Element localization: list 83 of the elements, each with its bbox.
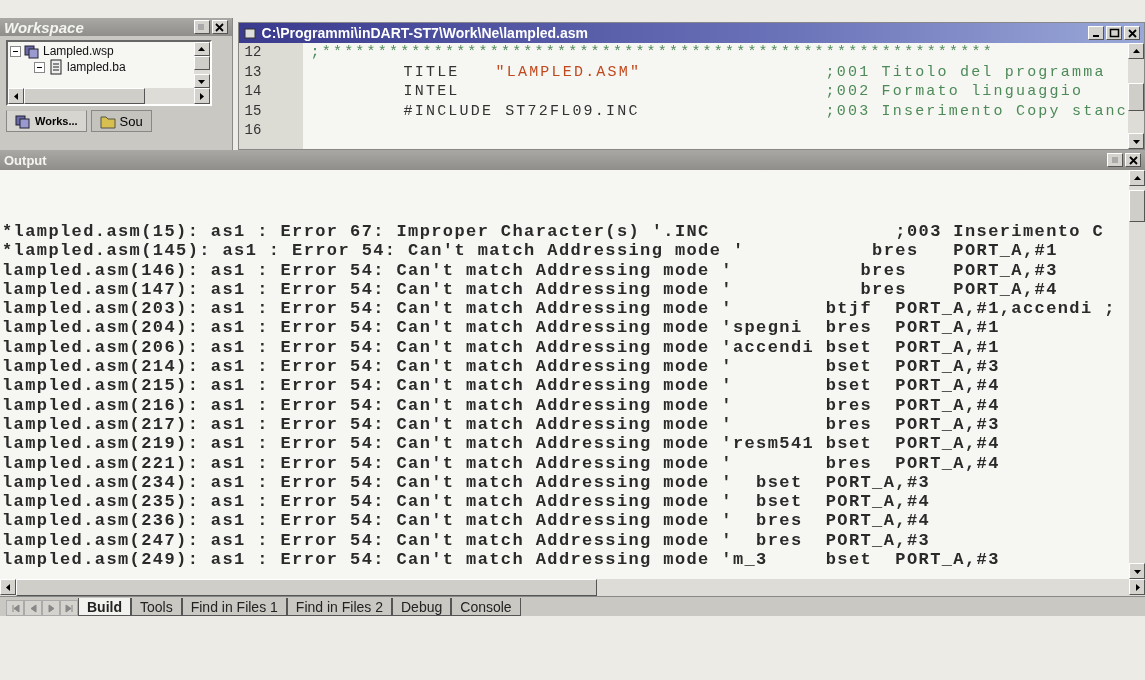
line-number: 14	[244, 82, 263, 102]
last-arrow-icon	[63, 602, 75, 614]
scroll-thumb[interactable]	[16, 579, 597, 596]
tree-item[interactable]: Lampled.wsp	[43, 44, 114, 58]
horizontal-scrollbar[interactable]	[0, 579, 1145, 596]
scroll-right-button[interactable]	[1129, 579, 1145, 595]
code-keyword: INTEL	[403, 82, 461, 102]
log-line: lampled.asm(234): as1 : Error 54: Can't match Addressing mode ' bset PORT_A,#3	[2, 472, 932, 493]
collapse-icon[interactable]	[10, 45, 21, 57]
log-line: lampled.asm(236): as1 : Error 54: Can't match Addressing mode ' bres PORT_A,#4	[2, 511, 932, 531]
log-line: lampled.asm(219): as1 : Error 54: Can't match Addressing mode 'resm541 bset PORT_A,#4	[2, 434, 1001, 454]
log-line: *lampled.asm(145): as1 : Error 54: Can't match Addressing mode ' bres PORT_A,#1	[2, 241, 1059, 261]
scroll-left-button[interactable]	[0, 579, 16, 595]
collapse-icon[interactable]	[34, 61, 45, 73]
window-title: C:\Programmi\inDART-ST7\Work\Ne\lampled.asm	[261, 25, 590, 41]
code-comment: ;************************************************************	[310, 43, 995, 63]
maximize-button[interactable]	[1106, 26, 1122, 40]
scroll-thumb[interactable]	[1128, 83, 1144, 111]
log-line: *lampled.asm(15): as1 : Error 67: Improper Character(s) '.INC ;003 Inserimento C	[2, 222, 1106, 242]
scroll-up-button[interactable]	[1129, 170, 1145, 186]
log-line: lampled.asm(146): as1 : Error 54: Can't match Addressing mode ' bres PORT_A,#3	[2, 260, 1059, 280]
maximize-icon	[1108, 27, 1120, 39]
dock-button[interactable]	[193, 20, 210, 34]
log-line: lampled.asm(203): as1 : Error 54: Can't match Addressing mode ' btjf PORT_A,#1,accendi ;	[2, 299, 1117, 319]
scroll-left-button[interactable]	[8, 88, 24, 104]
scroll-right-button[interactable]	[193, 88, 210, 104]
close-icon	[214, 21, 226, 33]
scroll-thumb[interactable]	[193, 56, 210, 70]
code-keyword: #INCLUDE	[403, 101, 494, 122]
log-line: lampled.asm(215): as1 : Error 54: Can't match Addressing mode ' bset PORT_A,#4	[2, 376, 1001, 396]
vertical-scrollbar[interactable]	[1129, 170, 1145, 579]
vertical-scrollbar[interactable]	[193, 42, 210, 88]
code-comment: ;003 Inserimento Copy stanc	[825, 101, 1128, 122]
code-keyword: TITLE	[403, 62, 461, 83]
log-line: lampled.asm(206): as1 : Error 54: Can't match Addressing mode 'accendi bset PORT_A,#1	[2, 337, 1001, 358]
panel-tab[interactable]: Works...	[6, 110, 87, 132]
line-number: 12	[244, 43, 263, 62]
close-icon	[1127, 154, 1139, 166]
code-operand: ST72FL09.INC	[505, 101, 640, 122]
line-number: 15	[244, 101, 263, 121]
line-number: 13	[244, 62, 263, 82]
log-line: lampled.asm(204): as1 : Error 54: Can't match Addressing mode 'spegni bres PORT_A,#1	[2, 318, 1001, 338]
horizontal-scrollbar[interactable]	[8, 88, 210, 104]
next-arrow-icon	[45, 602, 57, 614]
code-comment: ;001 Titolo del programma	[825, 62, 1107, 83]
scroll-down-button[interactable]	[1129, 563, 1145, 579]
log-line: lampled.asm(249): as1 : Error 54: Can't match Addressing mode 'm_3 bset PORT_A,#3	[2, 550, 1001, 570]
output-tab[interactable]: Console	[451, 598, 521, 616]
close-button[interactable]	[1125, 153, 1141, 167]
scroll-down-button[interactable]	[193, 74, 210, 88]
log-line: lampled.asm(216): as1 : Error 54: Can't match Addressing mode ' bres PORT_A,#4	[2, 395, 1001, 415]
log-line: lampled.asm(235): as1 : Error 54: Can't match Addressing mode ' bset PORT_A,#4	[2, 492, 932, 512]
code-comment: ;002 Formato linguaggio	[825, 82, 1085, 102]
panel-title: Workspace	[4, 18, 84, 36]
document-icon	[48, 59, 64, 75]
folder-icon	[99, 113, 116, 129]
close-button[interactable]	[211, 20, 228, 34]
minimize-icon	[1093, 35, 1099, 37]
output-tab[interactable]: Find in Files 2	[286, 598, 392, 616]
panel-tab[interactable]: Sou	[90, 110, 152, 132]
scroll-up-button[interactable]	[1128, 43, 1144, 59]
log-line: lampled.asm(217): as1 : Error 54: Can't match Addressing mode ' bres PORT_A,#3	[2, 414, 1001, 435]
scroll-thumb[interactable]	[1129, 190, 1145, 222]
close-button[interactable]	[1124, 26, 1140, 40]
minimize-button[interactable]	[1088, 26, 1104, 40]
first-arrow-icon	[9, 602, 21, 614]
vertical-scrollbar[interactable]	[1128, 43, 1144, 149]
line-number: 16	[244, 121, 263, 141]
log-line: lampled.asm(221): as1 : Error 54: Can't match Addressing mode ' bres PORT_A,#4	[2, 453, 1001, 473]
scroll-up-button[interactable]	[193, 42, 210, 56]
code-string: "LAMPLED.ASM"	[495, 62, 642, 83]
output-tab[interactable]: Tools	[131, 598, 182, 616]
output-tab[interactable]: Debug	[392, 598, 452, 616]
output-tab[interactable]: Build	[78, 598, 131, 616]
tree-item[interactable]: lampled.ba	[67, 60, 126, 74]
scroll-thumb[interactable]	[24, 88, 145, 104]
scroll-down-button[interactable]	[1128, 133, 1144, 149]
close-icon	[1126, 27, 1138, 39]
log-line: lampled.asm(147): as1 : Error 54: Can't match Addressing mode ' bres PORT_A,#4	[2, 279, 1059, 300]
panel-title: Output	[4, 152, 47, 168]
log-line: lampled.asm(247): as1 : Error 54: Can't match Addressing mode ' bres PORT_A,#3	[2, 530, 932, 551]
log-line: lampled.asm(214): as1 : Error 54: Can't match Addressing mode ' bset PORT_A,#3	[2, 357, 1001, 377]
output-tab[interactable]: Find in Files 1	[181, 598, 287, 616]
